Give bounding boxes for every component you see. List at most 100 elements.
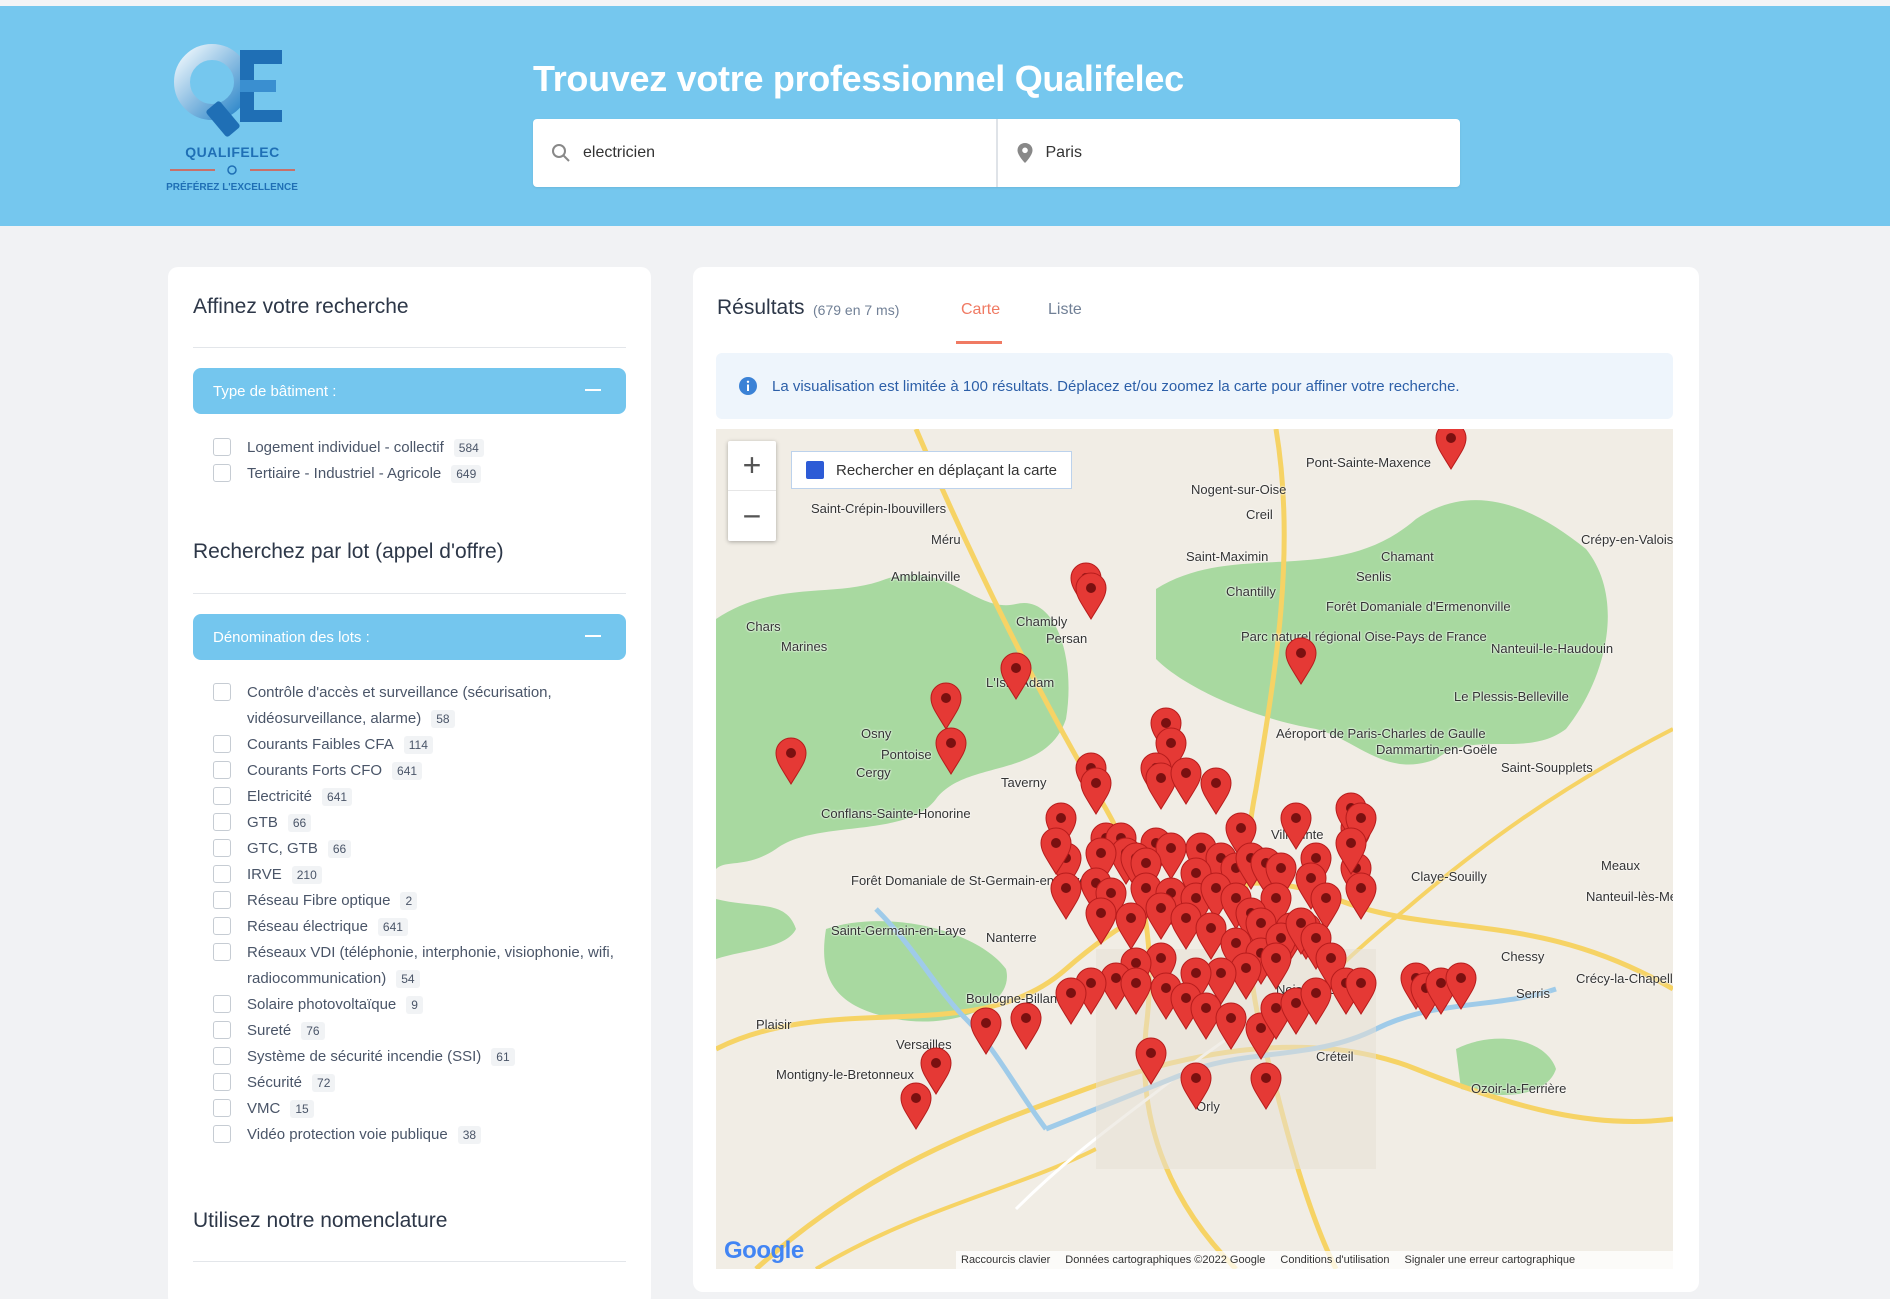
checkbox[interactable] [213,943,231,961]
checkbox-option[interactable]: Logement individuel - collectif 584 [213,435,617,461]
checkbox-option[interactable]: Réseau Fibre optique 2 [213,888,617,914]
map-marker-icon[interactable] [1180,1062,1212,1110]
map-marker-icon[interactable] [935,727,967,775]
checkbox-option[interactable]: Contrôle d'accès et surveillance (sécuri… [213,680,617,732]
map-marker-icon[interactable] [1215,1002,1247,1050]
map-marker-icon[interactable] [1445,962,1477,1010]
search-input[interactable]: electricien [583,144,655,162]
map-marker-icon[interactable] [1435,429,1467,470]
checkbox[interactable] [213,1125,231,1143]
lots-accordion[interactable]: Dénomination des lots : [193,614,626,660]
building-type-accordion[interactable]: Type de bâtiment : [193,368,626,414]
checkbox-option[interactable]: Courants Forts CFO 641 [213,758,617,784]
checkbox-option[interactable]: Système de sécurité incendie (SSI) 61 [213,1044,617,1070]
checkbox-option[interactable]: GTC, GTB 66 [213,836,617,862]
google-logo: Google [724,1237,804,1264]
map-marker-icon[interactable] [1285,637,1317,685]
map-marker-icon[interactable] [1055,977,1087,1025]
map-marker-icon[interactable] [1075,572,1107,620]
map-marker-icon[interactable] [1050,872,1082,920]
map-marker-icon[interactable] [930,682,962,730]
map-marker-icon[interactable] [1120,967,1152,1015]
checkbox[interactable] [213,813,231,831]
map-marker-icon[interactable] [1200,767,1232,815]
checkbox[interactable] [213,683,231,701]
checkbox[interactable] [213,917,231,935]
checkbox-option[interactable]: Sécurité 72 [213,1070,617,1096]
checkbox[interactable] [213,1099,231,1117]
divider [193,347,626,348]
count-badge: 649 [451,465,482,483]
count-badge: 58 [431,710,455,728]
checkbox-option[interactable]: GTB 66 [213,810,617,836]
terms-link[interactable]: Conditions d'utilisation [1280,1254,1389,1266]
results-meta: (679 en 7 ms) [813,302,900,318]
zoom-in-button[interactable]: + [728,441,776,491]
zoom-out-button[interactable]: − [728,491,776,541]
map-marker-icon[interactable] [900,1082,932,1130]
checkbox[interactable] [213,787,231,805]
checkbox-option[interactable]: Réseau électrique 641 [213,914,617,940]
map-marker-icon[interactable] [1195,912,1227,960]
map-marker-icon[interactable] [970,1007,1002,1055]
keyboard-shortcuts-link[interactable]: Raccourcis clavier [961,1254,1050,1266]
checkbox[interactable] [213,1047,231,1065]
count-badge: 66 [287,814,312,832]
checkbox[interactable] [213,735,231,753]
map-markers[interactable] [716,429,1673,1269]
checkbox[interactable] [213,464,231,482]
map-marker-icon[interactable] [1080,767,1112,815]
location-input[interactable]: Paris [1046,144,1082,162]
checkbox-option[interactable]: VMC 15 [213,1096,617,1122]
location-field[interactable]: Paris [995,119,1461,187]
count-badge: 9 [406,996,423,1014]
toggle-checkbox[interactable] [806,461,824,479]
checkbox[interactable] [213,891,231,909]
results-panel: Résultats (679 en 7 ms) Carte Liste La v… [693,267,1699,1292]
map-marker-icon[interactable] [1135,1037,1167,1085]
results-map[interactable]: Pont-Sainte-Maxence Nogent-sur-Oise Creil S… [716,429,1673,1269]
checkbox-option[interactable]: IRVE 210 [213,862,617,888]
checkbox[interactable] [213,839,231,857]
checkbox-option[interactable]: Electricité 641 [213,784,617,810]
page-title: Trouvez votre professionnel Qualifelec [533,58,1184,99]
map-marker-icon[interactable] [1260,942,1292,990]
tab-list[interactable]: Liste [1048,301,1082,319]
map-marker-icon[interactable] [775,737,807,785]
checkbox-option[interactable]: Courants Faibles CFA 114 [213,732,617,758]
divider [193,1261,626,1262]
checkbox[interactable] [213,865,231,883]
map-marker-icon[interactable] [1115,902,1147,950]
checkbox-option[interactable]: Tertiaire - Industriel - Agricole 649 [213,461,617,487]
map-marker-icon[interactable] [1085,897,1117,945]
checkbox-option[interactable]: Solaire photovoltaïque 9 [213,992,617,1018]
checkbox[interactable] [213,1073,231,1091]
info-notice: La visualisation est limitée à 100 résul… [716,353,1673,419]
notice-text: La visualisation est limitée à 100 résul… [772,377,1460,395]
map-marker-icon[interactable] [1345,872,1377,920]
checkbox-option[interactable]: Sureté 76 [213,1018,617,1044]
checkbox[interactable] [213,761,231,779]
map-marker-icon[interactable] [1170,757,1202,805]
map-marker-icon[interactable] [1010,1002,1042,1050]
map-marker-icon[interactable] [1250,1062,1282,1110]
map-marker-icon[interactable] [1000,652,1032,700]
checkbox[interactable] [213,438,231,456]
search-on-move-toggle[interactable]: Rechercher en déplaçant la carte [791,451,1072,489]
count-badge: 66 [327,840,352,858]
collapse-icon[interactable] [585,389,601,391]
checkbox[interactable] [213,995,231,1013]
collapse-icon[interactable] [585,635,601,637]
checkbox-option[interactable]: Réseaux VDI (téléphonie, interphonie, vi… [213,940,617,992]
checkbox-option[interactable]: Vidéo protection voie publique 38 [213,1122,617,1148]
map-marker-icon[interactable] [1280,802,1312,850]
query-field[interactable]: electricien [533,119,996,187]
count-badge: 641 [322,788,353,806]
filter-sidebar: Affinez votre recherche Type de bâtiment… [168,267,651,1299]
search-icon [552,144,570,162]
checkbox[interactable] [213,1021,231,1039]
report-error-link[interactable]: Signaler une erreur cartographique [1405,1254,1576,1266]
count-badge: 210 [291,866,322,884]
qualifelec-logo-icon[interactable] [170,44,295,204]
tab-map[interactable]: Carte [961,301,1000,319]
